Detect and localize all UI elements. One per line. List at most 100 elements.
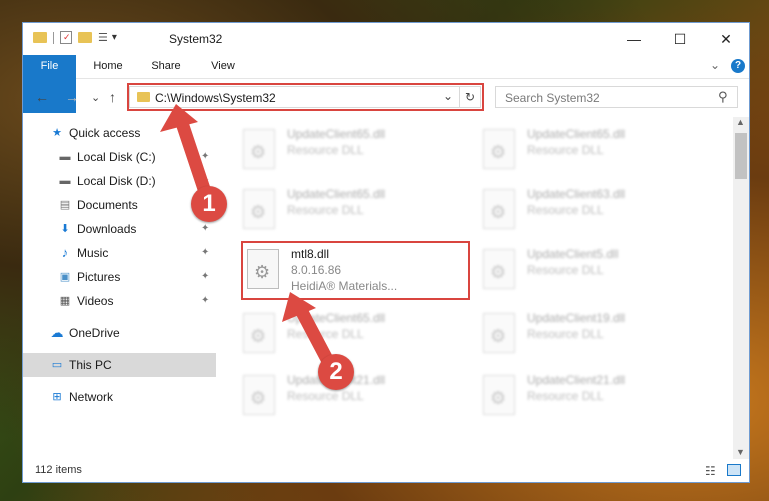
sidebar-item-pictures[interactable]: ▣ Pictures ✦ [23, 265, 216, 289]
pin-icon: ✦ [201, 295, 210, 306]
cloud-icon: ☁ [50, 325, 64, 340]
close-button[interactable]: ✕ [703, 23, 749, 55]
dll-file-icon: ⚙ [483, 189, 515, 229]
new-folder-icon[interactable] [78, 32, 92, 43]
dll-file-icon: ⚙ [247, 249, 279, 289]
sidebar-item-this-pc[interactable]: ▭ This PC [23, 353, 216, 377]
ribbon: File Home Share View ⌄ ? [23, 55, 749, 113]
maximize-button[interactable]: ☐ [657, 23, 703, 55]
file-item[interactable]: ⚙ UpdateClient63.dll Resource DLL [477, 181, 707, 239]
computer-icon: ▭ [51, 359, 63, 371]
sidebar-item-local-disk-d[interactable]: ▬ Local Disk (D:) ✦ [23, 169, 216, 193]
chevron-down-icon[interactable]: ▾ [112, 32, 117, 43]
divider [53, 31, 54, 44]
tab-share[interactable]: Share [139, 55, 193, 78]
properties-icon[interactable]: ✓ [60, 31, 72, 44]
sidebar-item-label: Quick access [69, 126, 141, 140]
file-name: UpdateClient65.dll [527, 127, 626, 141]
sidebar-item-label: Network [69, 390, 114, 404]
file-type: Resource DLL [527, 143, 604, 157]
file-type: Resource DLL [527, 389, 604, 403]
file-name: UpdateClient65.dll [287, 127, 386, 141]
file-type: Resource DLL [527, 203, 604, 217]
documents-icon: ▤ [59, 199, 71, 211]
forward-button[interactable]: → [65, 89, 79, 105]
scroll-thumb[interactable] [735, 133, 747, 179]
step-marker-2: 2 [318, 354, 354, 390]
search-input[interactable]: Search System32 ⚲ [495, 86, 738, 108]
large-icons-view-icon[interactable] [727, 464, 741, 476]
window-title: System32 [169, 32, 223, 46]
scroll-down-icon[interactable]: ▼ [736, 447, 745, 457]
details-view-icon[interactable]: ☷ [705, 464, 716, 478]
help-icon[interactable]: ? [731, 59, 745, 73]
minimize-button[interactable]: — [611, 23, 657, 55]
file-item[interactable]: ⚙ UpdateClient65.dll Resource DLL [477, 121, 707, 179]
file-list: ⚙ UpdateClient65.dll Resource DLL ⚙ Upda… [237, 117, 731, 459]
address-path: C:\Windows\System32 [155, 91, 276, 105]
status-bar: 112 items ☷ [23, 459, 749, 483]
dll-file-icon: ⚙ [483, 249, 515, 289]
vertical-scrollbar[interactable]: ▲ ▼ [733, 117, 749, 459]
file-item[interactable]: ⚙ UpdateClient65.dll Resource DLL [237, 181, 467, 239]
file-item[interactable]: ⚙ UpdateClient21.dll Resource DLL [477, 367, 707, 425]
file-item[interactable]: ⚙ UpdateClient65.dll Resource DLL [237, 121, 467, 179]
dll-file-icon: ⚙ [243, 313, 275, 353]
sidebar-item-label: OneDrive [69, 326, 120, 340]
dll-file-icon: ⚙ [243, 375, 275, 415]
videos-icon: ▦ [59, 295, 71, 307]
file-type: Resource DLL [287, 389, 364, 403]
sidebar-item-videos[interactable]: ▦ Videos ✦ [23, 289, 216, 313]
dll-file-icon: ⚙ [483, 129, 515, 169]
scroll-up-icon[interactable]: ▲ [736, 117, 745, 127]
sidebar-item-downloads[interactable]: ⬇ Downloads ✦ [23, 217, 216, 241]
sidebar-item-quick-access[interactable]: ★ Quick access [23, 121, 216, 145]
file-type: Resource DLL [287, 327, 364, 341]
file-type: Resource DLL [287, 203, 364, 217]
address-dropdown-icon[interactable]: ⌄ [443, 89, 453, 103]
pin-icon: ✦ [201, 247, 210, 258]
file-item[interactable]: ⚙ UpdateClient5.dll Resource DLL [477, 241, 707, 299]
up-button[interactable]: ↑ [109, 89, 116, 105]
refresh-button[interactable]: ↻ [459, 86, 481, 108]
sidebar-item-label: Local Disk (D:) [77, 174, 156, 188]
recent-locations-button[interactable]: ⌄ [91, 91, 100, 104]
file-name: UpdateClient19.dll [527, 311, 626, 325]
sidebar-item-network[interactable]: ⊞ Network [23, 385, 216, 409]
drive-icon: ▬ [59, 175, 71, 187]
sidebar-item-label: Videos [77, 294, 114, 308]
search-icon: ⚲ [718, 89, 728, 104]
sidebar-item-onedrive[interactable]: ☁ OneDrive [23, 321, 216, 345]
sidebar-item-documents[interactable]: ▤ Documents ✦ [23, 193, 216, 217]
star-icon: ★ [52, 127, 62, 139]
sidebar-item-label: This PC [69, 358, 112, 372]
tab-home[interactable]: Home [81, 55, 135, 78]
navigation-bar: ← → ⌄ ↑ C:\Windows\System32 ⌄ ↻ Search S… [23, 79, 749, 115]
search-placeholder: Search System32 [505, 91, 600, 105]
file-item[interactable]: ⚙ UpdateClient19.dll Resource DLL [477, 305, 707, 363]
file-name: mtl8.dll [291, 247, 330, 261]
quick-access-toolbar: ✓ ☰ ▾ [33, 31, 117, 44]
sidebar-item-label: Music [77, 246, 109, 260]
address-bar[interactable]: C:\Windows\System32 ⌄ [129, 86, 481, 108]
customize-toolbar-icon[interactable]: ☰ [98, 31, 108, 44]
folder-icon[interactable] [33, 32, 47, 43]
step-marker-1: 1 [191, 186, 227, 222]
file-description: HeidiA® Materials... [291, 279, 398, 293]
dll-file-icon: ⚙ [483, 313, 515, 353]
navigation-pane: ★ Quick access ▬ Local Disk (C:) ✦ ▬ Loc… [23, 117, 216, 459]
back-button[interactable]: ← [35, 89, 49, 105]
ribbon-expand-icon[interactable]: ⌄ [710, 58, 720, 72]
item-count: 112 items [35, 464, 82, 476]
music-icon: ♪ [61, 245, 69, 260]
file-item[interactable]: ⚙ UpdateClient65.dll Resource DLL [237, 305, 467, 363]
drive-icon: ▬ [59, 151, 71, 163]
dll-file-icon: ⚙ [243, 189, 275, 229]
tab-view[interactable]: View [197, 55, 249, 78]
sidebar-item-local-disk-c[interactable]: ▬ Local Disk (C:) ✦ [23, 145, 216, 169]
sidebar-item-label: Local Disk (C:) [77, 150, 156, 164]
sidebar-item-music[interactable]: ♪ Music ✦ [23, 241, 216, 265]
file-item-mtl8-dll[interactable]: ⚙ mtl8.dll 8.0.16.86 HeidiA® Materials..… [241, 241, 471, 299]
sidebar-item-label: Pictures [77, 270, 121, 284]
pin-icon: ✦ [201, 271, 210, 282]
